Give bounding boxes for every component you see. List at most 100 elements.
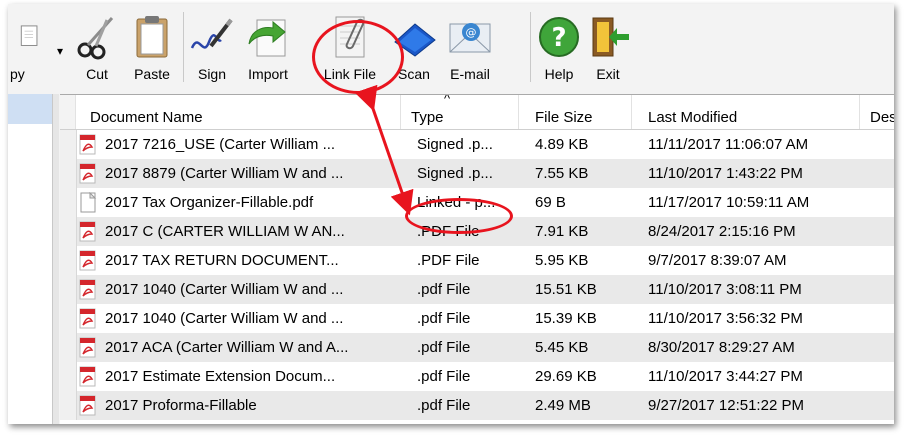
file-size-cell: 69 B <box>535 194 566 211</box>
table-row[interactable]: 2017 Proforma-Fillable .pdf File 2.49 MB 9/… <box>60 391 894 420</box>
grid-header: Document Name Type ^ File Size Last Modi… <box>60 95 894 130</box>
dropdown-arrow-icon[interactable]: ▾ <box>57 44 63 58</box>
table-row[interactable]: 2017 TAX RETURN DOCUMENT... .PDF File 5.95… <box>60 246 894 275</box>
pdf-icon <box>79 395 96 416</box>
sign-button[interactable]: Sign <box>190 10 234 90</box>
document-name-cell: 2017 ACA (Carter William W and A... <box>105 339 349 356</box>
last-modified-cell: 11/11/2017 11:06:07 AM <box>648 136 809 153</box>
email-label: E-mail <box>450 66 490 82</box>
signature-pen-icon <box>190 18 233 49</box>
last-modified-cell: 11/17/2017 10:59:11 AM <box>648 194 810 211</box>
sort-ascending-icon: ^ <box>444 94 451 106</box>
link-file-button[interactable]: Link File <box>312 10 388 90</box>
table-row[interactable]: 2017 7216_USE (Carter William ... Signed … <box>60 130 894 159</box>
import-arrow-icon <box>248 19 286 57</box>
last-modified-cell: 11/10/2017 3:08:11 PM <box>648 281 802 298</box>
cut-label: Cut <box>86 66 108 82</box>
table-row[interactable]: 2017 C (CARTER WILLIAM W AN... .PDF File 7… <box>60 217 894 246</box>
document-name-cell: 2017 Proforma-Fillable <box>105 397 257 414</box>
copy-icon <box>20 25 38 46</box>
scanner-icon <box>394 23 436 57</box>
exit-label: Exit <box>596 66 620 82</box>
pane-splitter[interactable] <box>53 94 59 424</box>
row-selector[interactable] <box>60 333 77 362</box>
file-size-cell: 7.55 KB <box>535 165 589 182</box>
row-selector[interactable] <box>60 130 77 159</box>
svg-text:@: @ <box>466 26 477 39</box>
column-header-document-name[interactable]: Document Name <box>76 95 401 129</box>
document-name-cell: 2017 8879 (Carter William W and ... <box>105 165 344 182</box>
row-selector[interactable] <box>60 391 77 420</box>
document-type-cell: .pdf File <box>417 310 471 327</box>
pdf-icon <box>79 221 96 242</box>
document-name-cell: 2017 7216_USE (Carter William ... <box>105 136 336 153</box>
file-size-cell: 29.69 KB <box>535 368 597 385</box>
import-button[interactable]: Import <box>240 10 296 90</box>
row-selector[interactable] <box>60 217 77 246</box>
exit-button[interactable]: Exit <box>588 10 629 90</box>
email-envelope-icon: @ <box>449 23 491 53</box>
file-size-cell: 15.39 KB <box>535 310 597 327</box>
document-type-cell: .pdf File <box>417 281 471 298</box>
row-selector[interactable] <box>60 304 77 333</box>
toolbar-separator <box>183 12 184 82</box>
last-modified-cell: 8/30/2017 8:29:27 AM <box>648 339 795 356</box>
pdf-icon <box>79 308 96 329</box>
toolbar: py ▾ Cut Paste Sign Import Link File Sca… <box>8 4 894 92</box>
scissors-icon <box>77 17 114 60</box>
file-size-cell: 4.89 KB <box>535 136 589 153</box>
row-selector[interactable] <box>60 246 77 275</box>
column-header-last-modified[interactable]: Last Modified <box>632 95 860 129</box>
document-type-cell: Signed .p... <box>417 165 493 182</box>
row-selector[interactable] <box>60 362 77 391</box>
table-row[interactable]: 2017 8879 (Carter William W and ... Signe… <box>60 159 894 188</box>
row-selector[interactable] <box>60 188 77 217</box>
row-selector[interactable] <box>60 159 77 188</box>
row-selector[interactable] <box>60 275 77 304</box>
table-row[interactable]: 2017 1040 (Carter William W and ... .pdf … <box>60 275 894 304</box>
column-header-file-size[interactable]: File Size <box>519 95 632 129</box>
document-name-cell: 2017 C (CARTER WILLIAM W AN... <box>105 223 345 240</box>
scan-label: Scan <box>398 66 430 82</box>
file-size-cell: 5.95 KB <box>535 252 589 269</box>
table-row[interactable]: 2017 ACA (Carter William W and A... .pdf … <box>60 333 894 362</box>
document-type-cell: .pdf File <box>417 368 471 385</box>
file-size-cell: 5.45 KB <box>535 339 589 356</box>
document-type-cell: .PDF File <box>417 223 480 240</box>
app-window: py ▾ Cut Paste Sign Import Link File Sca… <box>8 4 894 424</box>
help-label: Help <box>544 66 574 82</box>
blank-file-icon <box>80 192 97 213</box>
pdf-icon <box>79 163 96 184</box>
column-header-description[interactable]: Des <box>860 95 894 129</box>
folder-tree-pane[interactable] <box>8 94 53 424</box>
copy-button[interactable]: py <box>8 10 48 90</box>
table-row[interactable]: 2017 Estimate Extension Docum... .pdf Fil… <box>60 362 894 391</box>
sign-label: Sign <box>197 66 227 82</box>
document-type-cell: .pdf File <box>417 397 471 414</box>
last-modified-cell: 8/24/2017 2:15:16 PM <box>648 223 796 240</box>
document-type-cell: .pdf File <box>417 339 471 356</box>
scan-button[interactable]: Scan <box>388 10 440 90</box>
last-modified-cell: 11/10/2017 3:56:32 PM <box>648 310 803 327</box>
document-type-cell: .PDF File <box>417 252 480 269</box>
document-type-cell: Signed .p... <box>417 136 493 153</box>
help-button[interactable]: ? Help <box>536 10 582 90</box>
file-size-cell: 7.91 KB <box>535 223 589 240</box>
column-header-type[interactable]: Type ^ <box>401 95 519 129</box>
toolbar-separator <box>530 12 531 82</box>
table-row[interactable]: 2017 1040 (Carter William W and ... .pdf … <box>60 304 894 333</box>
table-row[interactable]: 2017 Tax Organizer-Fillable.pdf Linked - … <box>60 188 894 217</box>
cut-button[interactable]: Cut <box>74 10 120 90</box>
copy-label: py <box>10 66 25 82</box>
document-name-cell: 2017 Estimate Extension Docum... <box>105 368 336 385</box>
document-grid: Document Name Type ^ File Size Last Modi… <box>60 94 894 424</box>
pdf-icon <box>79 250 96 271</box>
document-name-cell: 2017 TAX RETURN DOCUMENT... <box>105 252 339 269</box>
paste-button[interactable]: Paste <box>127 10 177 90</box>
selected-folder[interactable] <box>8 94 52 124</box>
email-button[interactable]: @ E-mail <box>440 10 500 90</box>
file-size-cell: 2.49 MB <box>535 397 591 414</box>
link-file-label: Link File <box>323 66 377 82</box>
document-name-cell: 2017 1040 (Carter William W and ... <box>105 281 344 298</box>
last-modified-cell: 11/10/2017 1:43:22 PM <box>648 165 803 182</box>
